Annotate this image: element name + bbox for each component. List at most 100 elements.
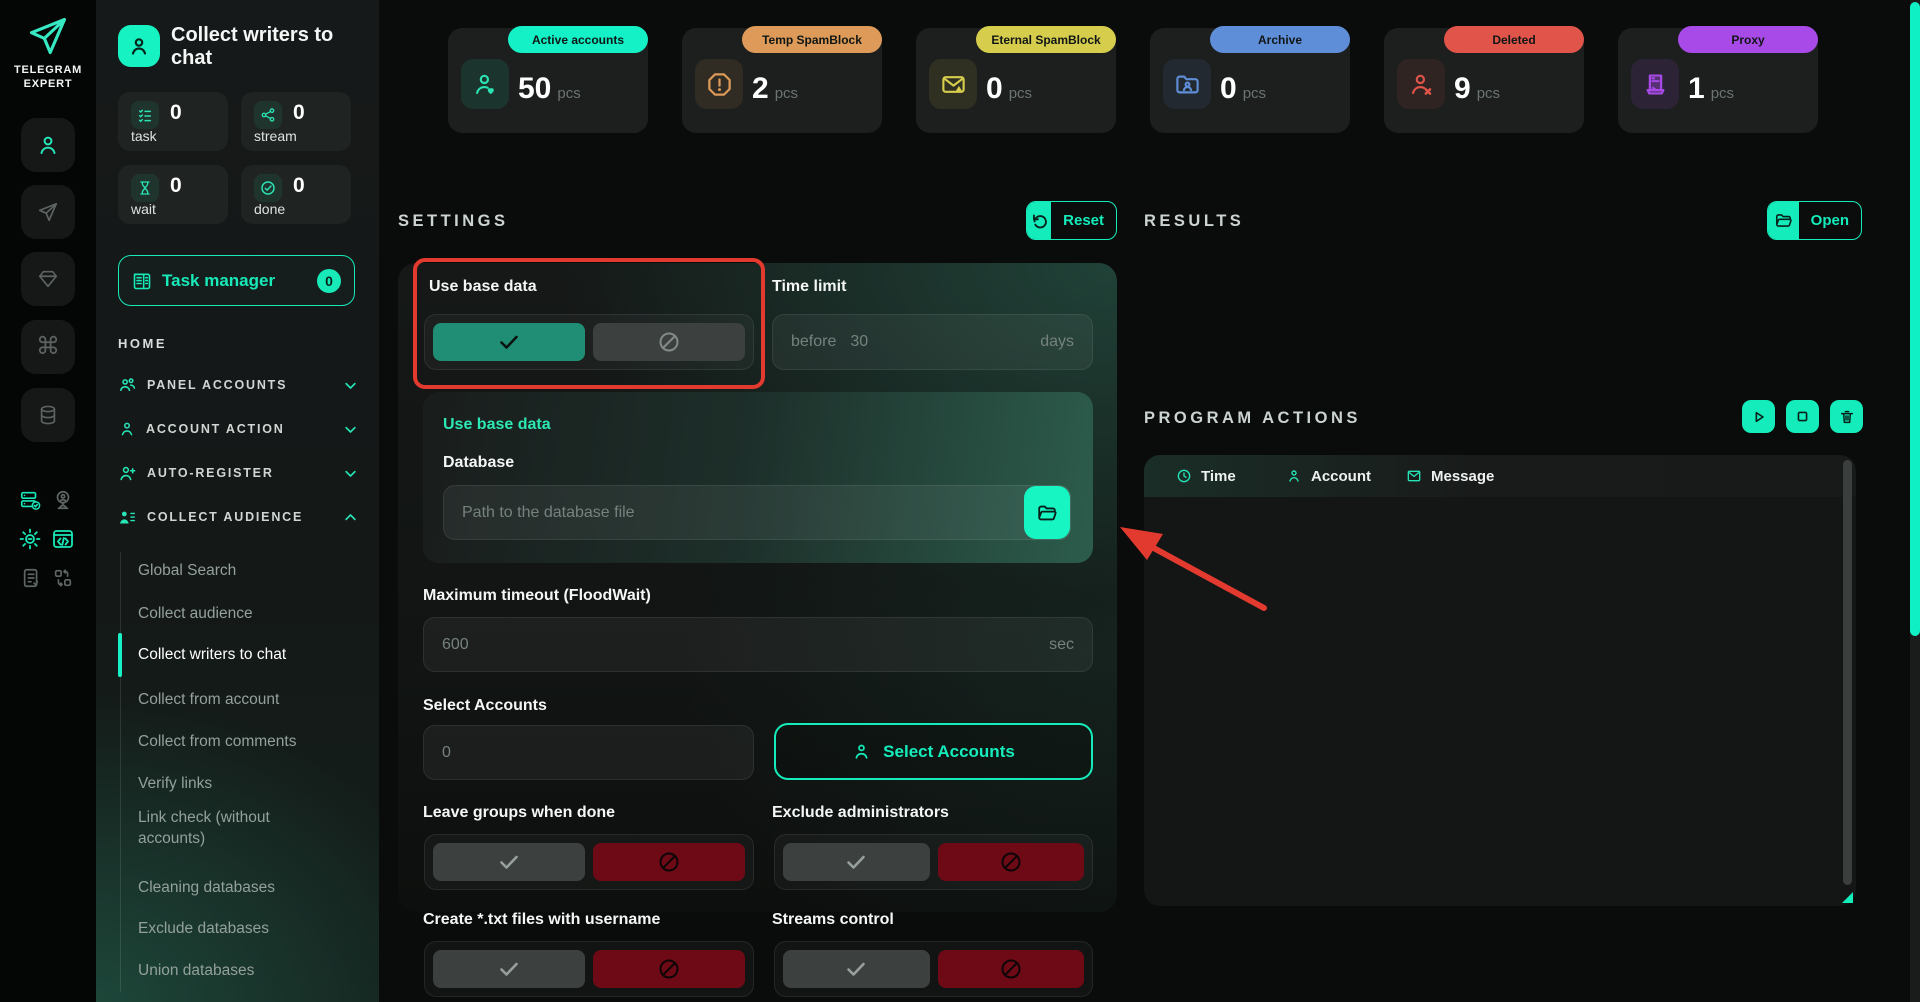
chevron-down-icon [343,422,358,437]
database-path-input[interactable]: Path to the database file [443,485,1071,540]
person-heart-icon [461,59,509,109]
run-button[interactable] [1742,400,1775,433]
rail-sender-button[interactable] [21,185,75,239]
code-window-icon[interactable] [50,526,76,552]
database-label: Database [443,454,514,472]
status-card-proxy: Proxy 1pcs [1618,28,1818,133]
status-card-archive: Archive 0pcs [1150,28,1350,133]
submenu-exclude-databases[interactable]: Exclude databases [138,919,358,940]
icon-rail: TELEGRAMEXPERT ⌘ [0,0,96,1002]
timeout-label: Maximum timeout (FloodWait) [423,587,651,605]
toggle-no-option[interactable] [593,323,745,361]
database-icon [37,404,59,426]
reset-button[interactable]: Reset [1026,201,1117,240]
play-icon [1751,409,1767,425]
select-accounts-button[interactable]: Select Accounts [774,723,1093,780]
person-icon [1286,468,1302,484]
server-check-icon[interactable] [17,487,43,513]
toggle-yes-option[interactable] [433,843,585,881]
leave-groups-toggle [424,834,754,890]
use-base-data-panel: Use base data Database Path to the datab… [423,392,1093,563]
mail-warning-icon [929,59,977,109]
rail-premium-button[interactable] [21,252,75,306]
submenu-union-databases[interactable]: Union databases [138,961,358,982]
submenu-guide-line [120,552,121,992]
rail-commands-button[interactable]: ⌘ [21,320,75,374]
clear-button[interactable] [1830,400,1863,433]
chevron-down-icon [343,466,358,481]
nav-collect-audience[interactable]: COLLECT AUDIENCE [118,502,358,532]
status-pill: Eternal SpamBlock [976,26,1116,53]
results-heading: RESULTS [1144,212,1244,231]
submenu-global-search[interactable]: Global Search [138,561,358,582]
toggle-no-option[interactable] [593,843,745,881]
exclude-admins-toggle [774,834,1093,890]
open-folder-icon [1768,202,1799,239]
submenu-cleaning-databases[interactable]: Cleaning databases [138,878,358,899]
page-scrollbar-thumb[interactable] [1910,2,1920,636]
create-txt-label: Create *.txt files with username [423,911,660,929]
toggle-yes-option[interactable] [783,950,930,988]
webcam-account-icon[interactable] [50,487,76,513]
stop-button[interactable] [1786,400,1819,433]
clock-icon [1176,468,1192,484]
toggle-yes-option[interactable] [783,843,930,881]
settings-heading: SETTINGS [398,212,509,231]
time-limit-input[interactable]: before 30 days [772,314,1093,370]
open-results-button[interactable]: Open [1767,201,1862,240]
status-card-active-accounts: Active accounts 50pcs [448,28,648,133]
timeout-input[interactable]: 600 sec [423,617,1093,672]
toggle-no-option[interactable] [593,950,745,988]
document-check-icon[interactable] [19,565,45,591]
status-pill: Archive [1210,26,1350,53]
browse-folder-button[interactable] [1024,486,1070,539]
chevron-up-icon [343,510,358,525]
person-icon [118,420,136,438]
nav-panel-accounts[interactable]: PANEL ACCOUNTS [118,370,358,400]
check-circle-icon [254,174,282,202]
alert-octagon-icon [695,59,743,109]
brand-name: TELEGRAMEXPERT [0,64,96,92]
counter-done: 0 done [241,165,351,224]
toggle-no-option[interactable] [938,950,1085,988]
submenu-link-check[interactable]: Link check (without accounts) [138,808,313,850]
nav-auto-register[interactable]: AUTO-REGISTER [118,458,358,488]
rail-database-button[interactable] [21,388,75,442]
select-accounts-label: Select Accounts [423,697,547,715]
create-txt-toggle [424,941,754,997]
sidebar: Collect writers to chat 0 task 0 stream … [96,0,379,1002]
task-list-icon [131,101,159,129]
toggle-yes-option[interactable] [433,323,585,361]
table-scrollbar-thumb[interactable] [1843,460,1852,885]
task-manager-icon [132,271,152,291]
toggle-no-option[interactable] [938,843,1085,881]
nav-home[interactable]: HOME [118,336,167,351]
use-base-data-toggle [424,314,754,370]
submenu-collect-from-account[interactable]: Collect from account [138,690,358,711]
submenu-collect-writers-to-chat[interactable]: Collect writers to chat [138,645,358,666]
reset-rotate-icon [1027,202,1051,239]
gear-icon[interactable] [17,526,43,552]
status-pill: Active accounts [508,26,648,53]
toggle-yes-option[interactable] [433,950,585,988]
counter-wait: 0 wait [118,165,228,224]
streams-control-toggle [774,941,1093,997]
accounts-count-input[interactable]: 0 [423,725,754,780]
nav-account-action[interactable]: ACCOUNT ACTION [118,414,358,444]
submenu-verify-links[interactable]: Verify links [138,774,358,795]
column-time: Time [1176,455,1236,497]
status-card-temp-spamblock: Temp SpamBlock 2pcs [682,28,882,133]
task-manager-badge: 0 [317,269,341,293]
rail-accounts-button[interactable] [21,118,75,172]
telegram-expert-logo-icon [26,14,70,58]
base-panel-title: Use base data [443,416,551,434]
counter-task: 0 task [118,92,228,151]
swap-layout-icon[interactable] [50,565,76,591]
submenu-collect-audience[interactable]: Collect audience [138,604,358,625]
table-resize-handle[interactable] [1842,892,1853,903]
submenu-collect-from-comments[interactable]: Collect from comments [138,732,358,753]
task-manager-button[interactable]: Task manager 0 [118,255,355,306]
leave-groups-label: Leave groups when done [423,804,615,822]
person-icon [852,742,871,761]
stop-icon [1795,409,1810,424]
